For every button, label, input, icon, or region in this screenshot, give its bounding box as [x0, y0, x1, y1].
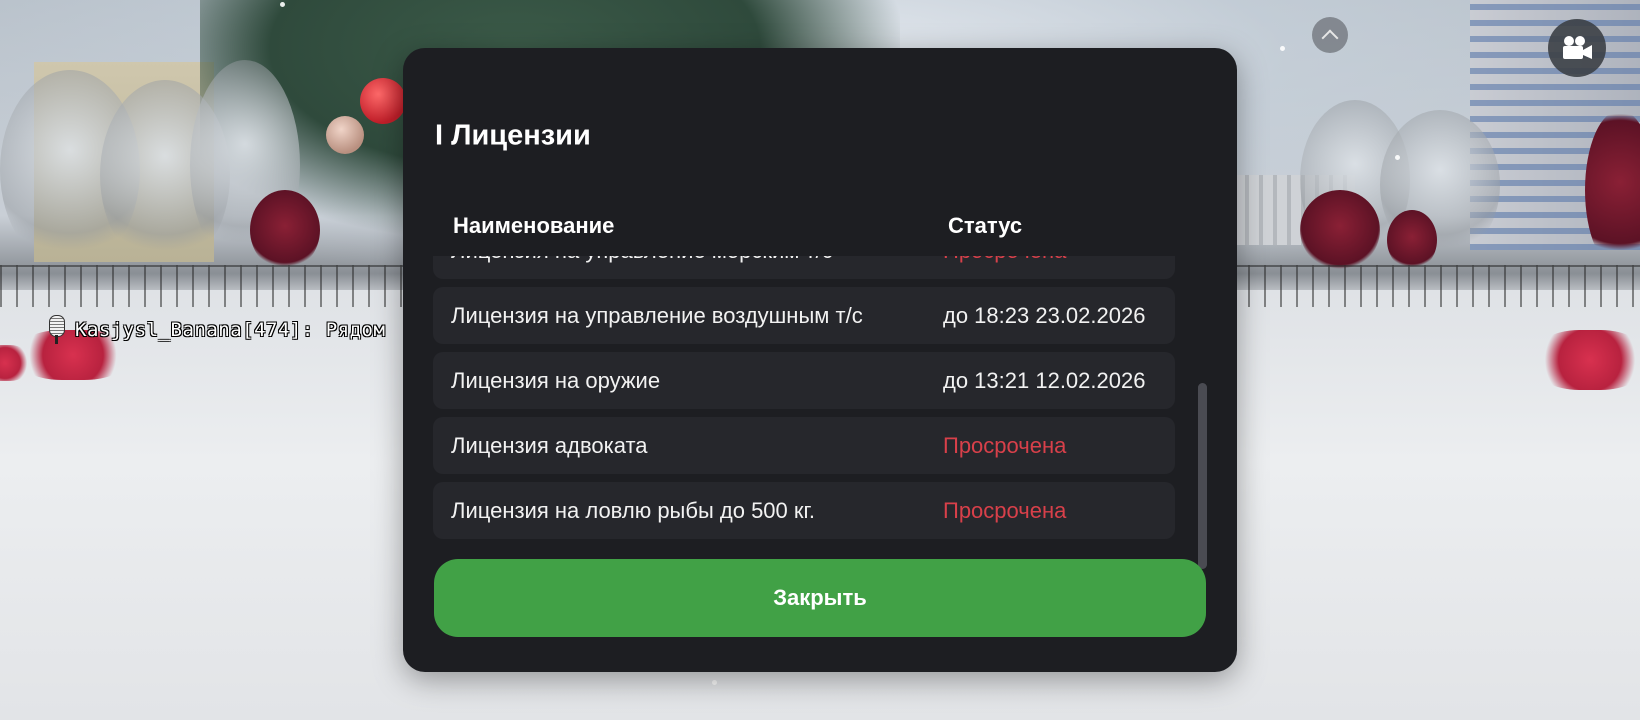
- license-status: до 13:21 12.02.2026: [943, 367, 1146, 393]
- license-name: Лицензия адвоката: [451, 432, 648, 458]
- license-row: Лицензия на ловлю рыбы до 500 кг. Просро…: [433, 482, 1175, 539]
- player-voice-tag: Kasjysl_Banana[474]: Рядом: [45, 310, 385, 350]
- microphone-icon: [45, 315, 67, 345]
- snowflake: [280, 2, 285, 7]
- license-status: до 18:23 23.02.2026: [943, 302, 1146, 328]
- license-name: Лицензия на оружие: [451, 367, 661, 393]
- scrollbar-thumb[interactable]: [1198, 383, 1207, 569]
- game-scene: Kasjysl_Banana[474]: Рядом I Лицензии Ли…: [0, 0, 1640, 720]
- ornament: [360, 78, 406, 124]
- player-name-label: Kasjysl_Banana[474]: Рядом: [75, 319, 386, 341]
- hud-collapse-button[interactable]: [1312, 17, 1348, 53]
- license-name: Лицензия на управление воздушным т/с: [451, 302, 863, 328]
- dialog-title: I Лицензии: [435, 119, 591, 152]
- license-row: Лицензия адвоката Просрочена: [433, 417, 1175, 474]
- red-tree: [250, 190, 320, 270]
- chevron-up-icon: [1321, 29, 1339, 46]
- license-name: Лицензия на ловлю рыбы до 500 кг.: [451, 497, 815, 523]
- license-row: Лицензия на управление воздушным т/с до …: [433, 287, 1175, 344]
- license-status: Просрочена: [943, 497, 1067, 523]
- snowflake: [1280, 46, 1285, 51]
- flower-bed: [1535, 330, 1640, 390]
- column-header-name: Наименование: [453, 213, 615, 238]
- close-button[interactable]: Закрыть: [434, 559, 1206, 637]
- snowflake: [1395, 155, 1400, 160]
- license-row: Лицензия на оружие до 13:21 12.02.2026: [433, 352, 1175, 409]
- camera-view-button[interactable]: [1548, 19, 1606, 77]
- red-tree: [1300, 190, 1380, 270]
- license-status: Просрочена: [943, 432, 1067, 458]
- column-header-status: Статус: [948, 213, 1023, 238]
- red-tree: [1387, 210, 1437, 270]
- flower-bed: [0, 345, 30, 381]
- video-camera-icon: [1563, 36, 1592, 59]
- snowflake: [712, 680, 717, 685]
- licenses-dialog: I Лицензии Лицензия на управление морски…: [403, 48, 1237, 672]
- licenses-list[interactable]: Лицензия на управление морским т/с Проср…: [433, 206, 1193, 566]
- ornament: [326, 116, 364, 154]
